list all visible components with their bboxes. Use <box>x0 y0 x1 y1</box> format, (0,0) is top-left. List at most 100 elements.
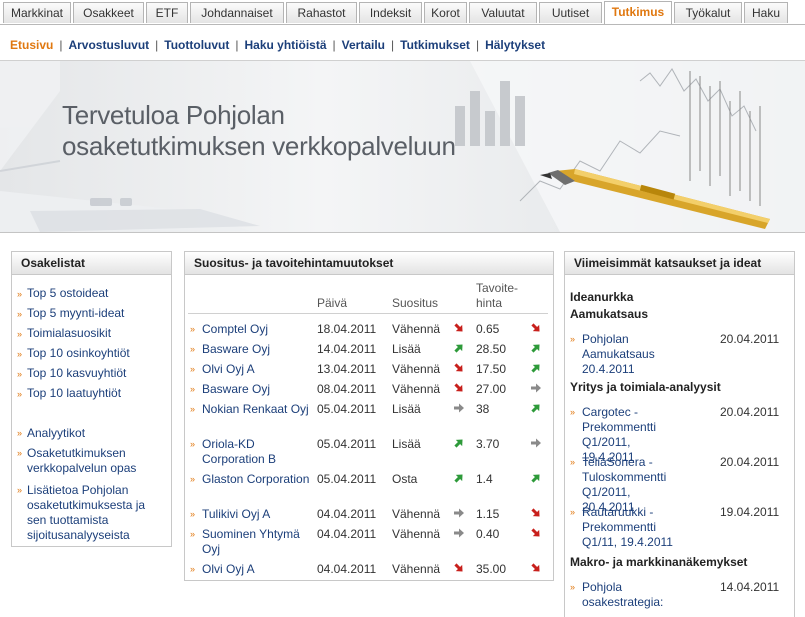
recommendation-trend-icon <box>454 403 464 413</box>
list-item[interactable]: » Top 10 laatuyhtiöt <box>17 386 157 402</box>
change-date: 18.04.2011 <box>317 322 377 336</box>
info-link[interactable]: Lisätietoa Pohjolan osaketutkimuksesta j… <box>27 483 155 543</box>
list-item[interactable]: » Top 5 ostoideat <box>17 286 157 302</box>
table-row: » Tulikivi Oyj A 04.04.2011 Vähennä 1.15 <box>185 507 551 522</box>
bullet-arrow-icon: » <box>17 448 23 458</box>
subnav-item-5[interactable]: Tutkimukset <box>400 38 470 52</box>
tab-indeksit[interactable]: Indeksit <box>359 2 422 23</box>
subnav-separator: | <box>391 38 395 52</box>
table-row: » Glaston Corporation 05.04.2011 Osta 1.4 <box>185 472 551 502</box>
bullet-arrow-icon: » <box>17 485 23 495</box>
subnav-separator: | <box>475 38 480 52</box>
tab-rahastot[interactable]: Rahastot <box>286 2 357 23</box>
table-row: » Comptel Oyj 18.04.2011 Vähennä 0.65 <box>185 322 551 337</box>
recommendation: Vähennä <box>392 507 441 521</box>
section-heading: Yritys ja toimiala-analyysit <box>570 380 721 394</box>
recommendation-trend-icon <box>454 363 463 372</box>
bullet-arrow-icon: » <box>190 404 196 414</box>
list-item[interactable]: » Top 5 myynti-ideat <box>17 306 157 322</box>
subnav-item-1[interactable]: Arvostusluvut <box>68 38 149 52</box>
target-trend-icon <box>531 438 541 448</box>
bullet-arrow-icon: » <box>190 384 196 394</box>
osakelista-link[interactable]: Top 10 kasvuyhtiöt <box>27 366 126 380</box>
info-link[interactable]: Osaketutkimuksen verkkopalvelun opas <box>27 446 155 476</box>
recommendation: Vähennä <box>392 562 441 576</box>
recommendation: Lisää <box>392 342 421 356</box>
company-link[interactable]: Olvi Oyj A <box>202 362 312 377</box>
suositus-title: Suositus- ja tavoitehintamuutokset <box>185 252 553 275</box>
change-date: 04.04.2011 <box>317 507 377 521</box>
target-trend-icon <box>531 344 540 353</box>
osakelista-link[interactable]: Top 5 ostoideat <box>27 286 108 300</box>
osakelista-link[interactable]: Top 10 osinkoyhtiöt <box>27 346 130 360</box>
report-date: 19.04.2011 <box>720 505 780 519</box>
recommendation-trend-icon <box>454 563 463 572</box>
recommendation-trend-icon <box>454 344 463 353</box>
recommendation-trend-icon <box>454 474 463 483</box>
osakelista-link[interactable]: Top 5 myynti-ideat <box>27 306 124 320</box>
company-link[interactable]: Oriola-KD Corporation B <box>202 437 312 467</box>
tab-etf[interactable]: ETF <box>146 2 188 23</box>
tab-tutkimus[interactable]: Tutkimus <box>604 1 672 24</box>
bullet-arrow-icon: » <box>190 509 196 519</box>
list-item[interactable]: » Top 10 kasvuyhtiöt <box>17 366 157 382</box>
subnav-item-6[interactable]: Hälytykset <box>485 38 545 52</box>
target-trend-icon <box>531 563 540 572</box>
header-divider <box>188 313 548 314</box>
company-link[interactable]: Basware Oyj <box>202 382 312 397</box>
info-link-item[interactable]: » Analyytikot <box>17 426 157 441</box>
info-link-item[interactable]: » Lisätietoa Pohjolan osaketutkimuksesta … <box>17 483 157 543</box>
tab-haku[interactable]: Haku <box>744 2 788 23</box>
change-date: 05.04.2011 <box>317 472 377 486</box>
list-item[interactable]: » Top 10 osinkoyhtiöt <box>17 346 157 362</box>
company-link[interactable]: Nokian Renkaat Oyj <box>202 402 312 417</box>
subnav-item-2[interactable]: Tuottoluvut <box>164 38 229 52</box>
company-link[interactable]: Comptel Oyj <box>202 322 312 337</box>
section-heading: Aamukatsaus <box>570 307 649 321</box>
target-price: 1.4 <box>476 472 493 486</box>
tab-korot[interactable]: Korot <box>424 2 467 23</box>
bullet-arrow-icon: » <box>190 564 196 574</box>
subnav-item-4[interactable]: Vertailu <box>342 38 385 52</box>
company-link[interactable]: Olvi Oyj A <box>202 562 312 577</box>
banner-title-line1: Tervetuloa Pohjolan <box>62 100 285 130</box>
tab-johdannaiset[interactable]: Johdannaiset <box>190 2 284 23</box>
bullet-arrow-icon: » <box>190 439 196 449</box>
recommendation: Vähennä <box>392 382 441 396</box>
target-price: 17.50 <box>476 362 507 376</box>
tab-uutiset[interactable]: Uutiset <box>539 2 602 23</box>
osakelista-link[interactable]: Top 10 laatuyhtiöt <box>27 386 121 400</box>
list-item[interactable]: » Toimialasuosikit <box>17 326 157 342</box>
report-link[interactable]: Pohjolan Aamukatsaus 20.4.2011 <box>582 332 682 377</box>
column-header-recommendation: Suositus <box>392 296 439 310</box>
table-row: » Olvi Oyj A 04.04.2011 Vähennä 35.00 <box>185 562 551 577</box>
company-link[interactable]: Basware Oyj <box>202 342 312 357</box>
tab-osakkeet[interactable]: Osakkeet <box>73 2 144 23</box>
target-trend-icon <box>531 528 540 537</box>
tab-valuutat[interactable]: Valuutat <box>469 2 537 23</box>
company-link[interactable]: Glaston Corporation <box>202 472 312 487</box>
tab-markkinat[interactable]: Markkinat <box>3 2 71 23</box>
subnav-separator: | <box>59 38 63 52</box>
table-row: » Olvi Oyj A 13.04.2011 Vähennä 17.50 <box>185 362 551 377</box>
osakelista-link[interactable]: Toimialasuosikit <box>27 326 111 340</box>
tab-työkalut[interactable]: Työkalut <box>674 2 742 23</box>
subnav-separator: | <box>332 38 336 52</box>
banner-title-line2: osaketutkimuksen verkkopalveluun <box>62 131 456 161</box>
subnav-item-0[interactable]: Etusivu <box>10 38 53 52</box>
suositus-panel: Suositus- ja tavoitehintamuutokset Päivä… <box>184 251 554 581</box>
target-price: 3.70 <box>476 437 500 451</box>
target-price: 0.40 <box>476 527 500 541</box>
info-link-item[interactable]: » Osaketutkimuksen verkkopalvelun opas <box>17 446 157 476</box>
company-link[interactable]: Tulikivi Oyj A <box>202 507 312 522</box>
subnav-item-3[interactable]: Haku yhtiöistä <box>245 38 327 52</box>
bullet-arrow-icon: » <box>570 582 576 592</box>
company-link[interactable]: Suominen Yhtymä Oyj <box>202 527 312 557</box>
bullet-arrow-icon: » <box>17 289 23 299</box>
recommendation: Osta <box>392 472 418 486</box>
report-link[interactable]: Rautaruukki - Prekommentti Q1/11, 19.4.2… <box>582 505 682 550</box>
section-heading: Makro- ja markkinanäkemykset <box>570 555 748 569</box>
report-link[interactable]: Pohjola osakestrategia: <box>582 580 682 610</box>
info-link[interactable]: Analyytikot <box>27 426 155 441</box>
section-heading: Ideanurkka <box>570 290 634 304</box>
